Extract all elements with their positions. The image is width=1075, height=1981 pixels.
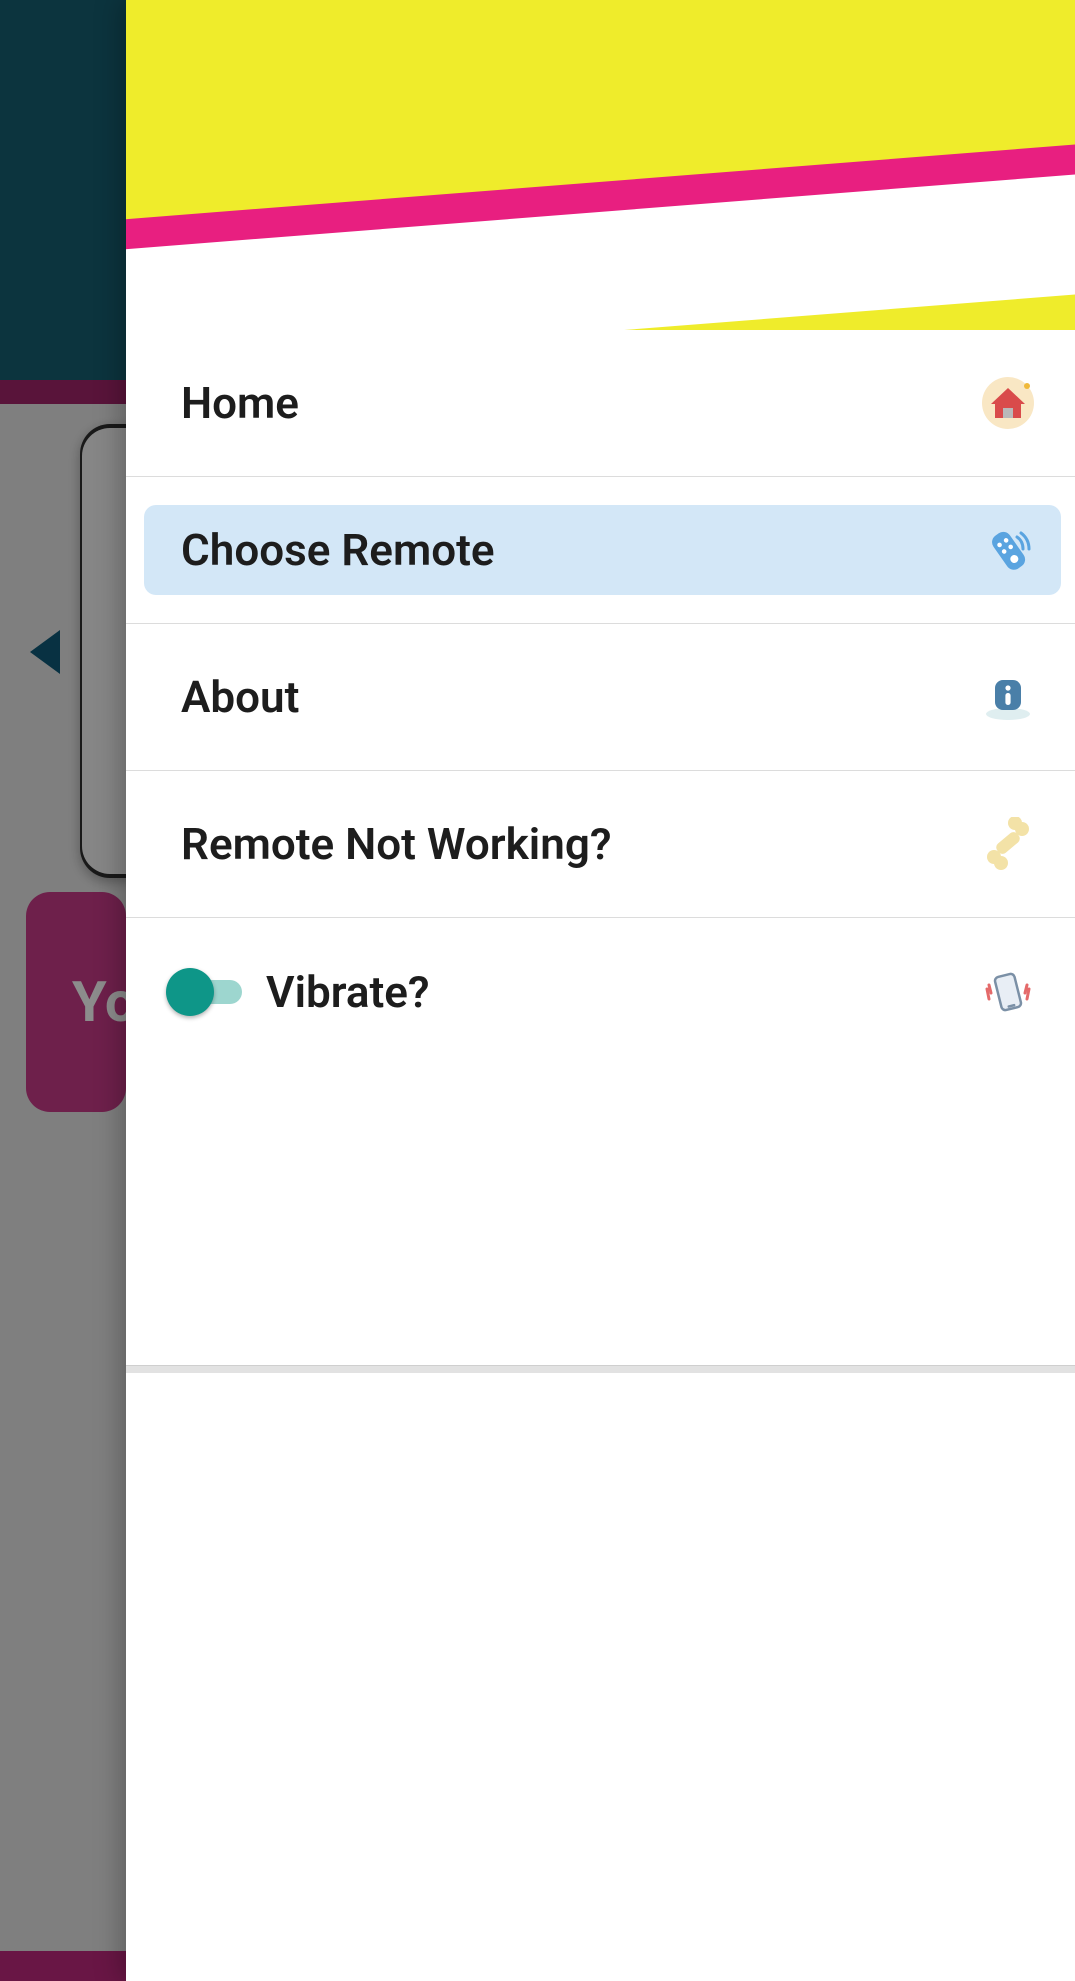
vibrate-toggle[interactable] xyxy=(166,972,242,1012)
drawer-item-label: Home xyxy=(181,377,981,429)
drawer-item-choose-remote[interactable]: Choose Remote xyxy=(126,477,1075,624)
navigation-drawer: Home Choose Remote xyxy=(126,0,1075,1981)
drawer-item-home[interactable]: Home xyxy=(126,330,1075,477)
remote-icon xyxy=(981,523,1035,577)
drawer-item-label: Vibrate? xyxy=(266,966,981,1018)
drawer-footer-divider xyxy=(126,1365,1075,1373)
drawer-item-label: Choose Remote xyxy=(181,524,981,576)
home-icon xyxy=(981,376,1035,430)
vibrate-icon xyxy=(981,965,1035,1019)
drawer-item-remote-not-working[interactable]: Remote Not Working? xyxy=(126,771,1075,918)
drawer-item-about[interactable]: About xyxy=(126,624,1075,771)
bone-icon xyxy=(981,817,1035,871)
toggle-thumb xyxy=(166,968,214,1016)
info-icon xyxy=(981,670,1035,724)
drawer-spacer xyxy=(126,1373,1075,1981)
drawer-item-label: About xyxy=(181,671,981,723)
drawer-item-label: Remote Not Working? xyxy=(181,818,981,870)
drawer-header xyxy=(126,0,1075,330)
drawer-list: Home Choose Remote xyxy=(126,330,1075,1065)
drawer-item-vibrate: Vibrate? xyxy=(126,918,1075,1065)
